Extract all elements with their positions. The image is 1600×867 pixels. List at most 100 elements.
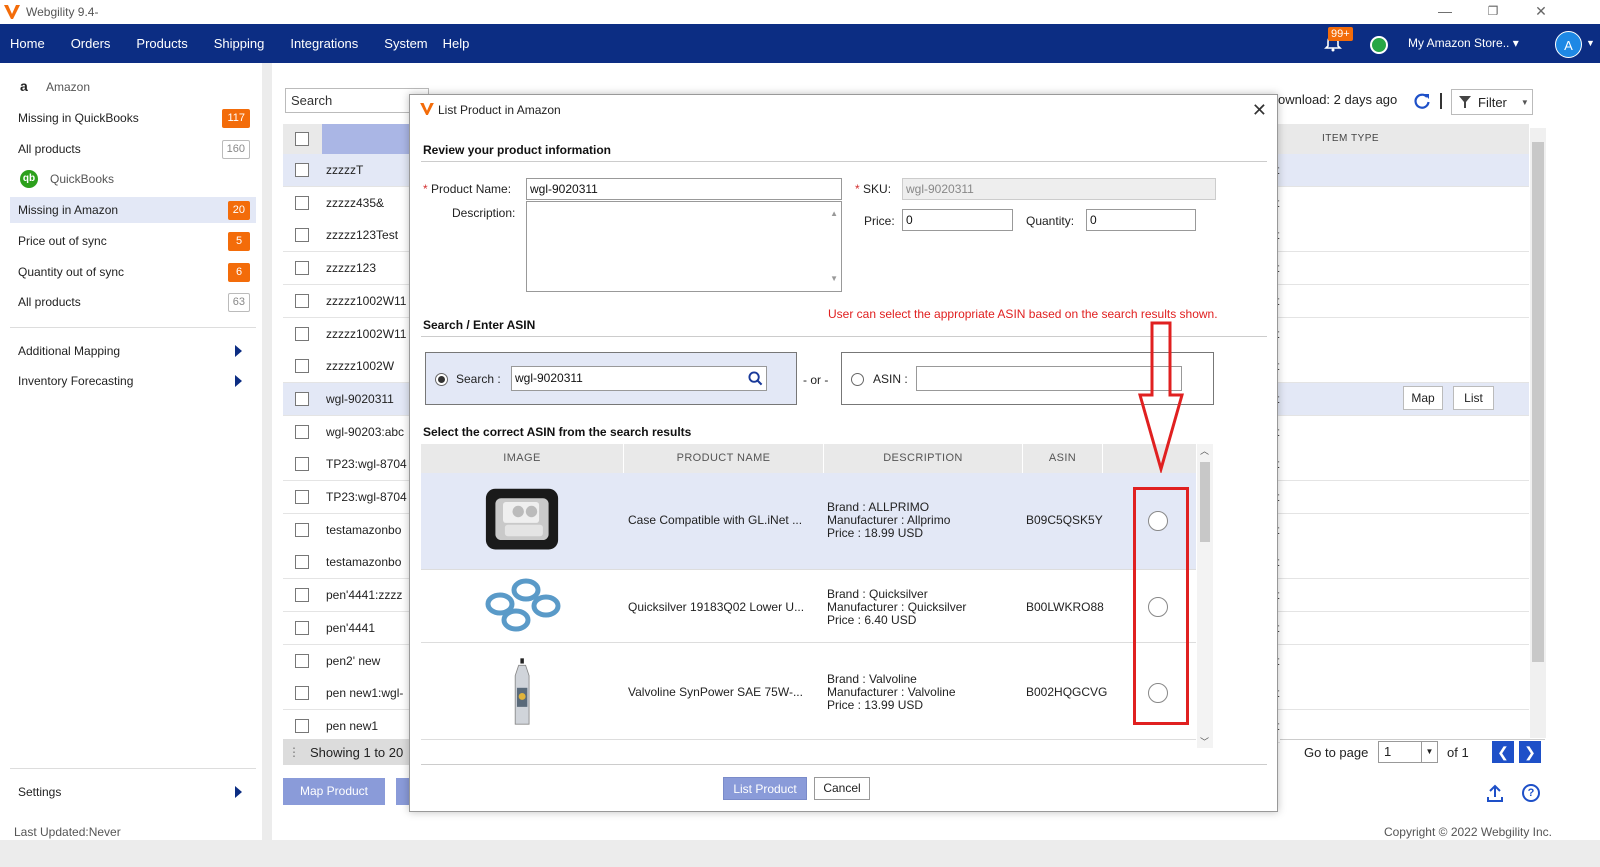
search-icon[interactable] bbox=[748, 371, 763, 386]
count-badge: 6 bbox=[228, 263, 250, 282]
price-field[interactable]: 0 bbox=[902, 209, 1013, 231]
nav-home[interactable]: Home bbox=[10, 36, 45, 51]
next-page-button[interactable]: ❯ bbox=[1519, 741, 1541, 763]
nav-integrations[interactable]: Integrations bbox=[290, 36, 358, 51]
row-checkbox[interactable] bbox=[295, 457, 309, 472]
sidebar-item-inventory-forecasting[interactable]: Inventory Forecasting bbox=[10, 368, 256, 394]
row-checkbox[interactable] bbox=[295, 588, 309, 603]
row-product-name: zzzzz123 bbox=[326, 261, 377, 276]
drag-handle-icon[interactable]: ⋮ bbox=[288, 745, 300, 759]
upload-icon[interactable] bbox=[1486, 783, 1504, 803]
amazon-icon: a bbox=[20, 78, 28, 94]
select-all-checkbox[interactable] bbox=[295, 132, 309, 146]
close-window-button[interactable]: ✕ bbox=[1518, 0, 1564, 24]
row-checkbox[interactable] bbox=[295, 326, 309, 341]
row-checkbox[interactable] bbox=[295, 718, 309, 733]
chevron-right-icon: ❯ bbox=[1524, 744, 1536, 760]
sidebar-item-quantity-out-of-sync[interactable]: Quantity out of sync 6 bbox=[10, 259, 256, 285]
row-checkbox[interactable] bbox=[295, 653, 309, 668]
help-icon[interactable]: ? bbox=[1522, 784, 1540, 802]
sidebar-divider bbox=[10, 768, 256, 769]
grid-scrollbar[interactable] bbox=[1530, 128, 1546, 738]
annotation-highlight-box bbox=[1133, 487, 1189, 725]
row-checkbox[interactable] bbox=[295, 391, 309, 406]
row-checkbox[interactable] bbox=[295, 686, 309, 701]
row-checkbox[interactable] bbox=[295, 522, 309, 537]
result-row[interactable]: Quicksilver 19183Q02 Lower U... Brand : … bbox=[421, 570, 1196, 643]
description-field[interactable]: ▲ ▼ bbox=[526, 201, 842, 292]
page-number-value: 1 bbox=[1384, 744, 1392, 759]
count-badge: 117 bbox=[222, 109, 250, 128]
scroll-up-icon[interactable]: ▲ bbox=[830, 204, 838, 224]
secondary-action-button[interactable] bbox=[396, 778, 410, 805]
nav-orders[interactable]: Orders bbox=[71, 36, 111, 51]
row-product-name: pen new1 bbox=[326, 718, 379, 733]
count-badge: 5 bbox=[228, 232, 250, 251]
row-checkbox[interactable] bbox=[295, 359, 309, 374]
asin-option-label: ASIN : bbox=[873, 372, 908, 386]
search-input[interactable]: Search bbox=[285, 88, 429, 113]
sku-label-text: SKU: bbox=[863, 182, 892, 196]
grid-header-sorted-column[interactable] bbox=[322, 124, 412, 154]
chevron-down-icon[interactable]: ▼ bbox=[1586, 38, 1595, 48]
row-checkbox[interactable] bbox=[295, 555, 309, 570]
map-product-button[interactable]: Map Product bbox=[283, 778, 385, 805]
sidebar-item-qb-all-products[interactable]: All products 63 bbox=[10, 289, 256, 315]
nav-products[interactable]: Products bbox=[136, 36, 187, 51]
black-case-image bbox=[485, 488, 559, 550]
map-row-button[interactable]: Map bbox=[1403, 386, 1443, 410]
chevron-right-icon bbox=[235, 786, 242, 798]
sidebar-item-missing-in-amazon[interactable]: Missing in Amazon 20 bbox=[10, 197, 256, 223]
row-checkbox[interactable] bbox=[295, 163, 309, 177]
cancel-button[interactable]: Cancel bbox=[814, 777, 870, 800]
list-product-button[interactable]: List Product bbox=[723, 777, 807, 800]
chevron-up-icon[interactable]: ︿ bbox=[1200, 444, 1209, 457]
result-description: Brand : Valvoline Manufacturer : Valvoli… bbox=[827, 673, 956, 712]
sidebar-item-additional-mapping[interactable]: Additional Mapping bbox=[10, 338, 256, 364]
store-selector[interactable]: My Amazon Store.. ▾ bbox=[1408, 36, 1519, 50]
close-icon[interactable]: ✕ bbox=[1252, 100, 1267, 121]
row-product-name: pen'4441 bbox=[326, 620, 376, 635]
notification-badge: 99+ bbox=[1328, 27, 1353, 41]
avatar[interactable]: A bbox=[1555, 31, 1582, 58]
result-row[interactable]: Case Compatible with GL.iNet ... Brand :… bbox=[421, 473, 1196, 570]
sync-status-icon[interactable] bbox=[1370, 36, 1388, 54]
sidebar-item-amazon-all-products[interactable]: All products 160 bbox=[10, 136, 256, 162]
search-radio[interactable] bbox=[435, 373, 448, 386]
result-product-name: Valvoline SynPower SAE 75W-... bbox=[628, 685, 803, 699]
row-product-name: TP23:wgl-8704 bbox=[326, 457, 407, 472]
minimize-button[interactable]: — bbox=[1422, 0, 1468, 24]
sidebar-item-settings[interactable]: Settings bbox=[10, 779, 256, 805]
item-type-column-header[interactable]: ITEM TYPE bbox=[1322, 133, 1379, 144]
row-product-name: zzzzz435& bbox=[326, 195, 385, 210]
sidebar-header-label: QuickBooks bbox=[50, 172, 115, 186]
result-price: Price : 6.40 USD bbox=[827, 613, 917, 627]
list-row-button[interactable]: List bbox=[1453, 386, 1494, 410]
asin-radio[interactable] bbox=[851, 373, 864, 386]
row-checkbox[interactable] bbox=[295, 293, 309, 308]
row-product-name: zzzzz123Test bbox=[326, 228, 399, 243]
refresh-icon[interactable] bbox=[1413, 92, 1431, 110]
nav-shipping[interactable]: Shipping bbox=[214, 36, 265, 51]
product-name-field[interactable]: wgl-9020311 bbox=[526, 178, 842, 200]
restore-button[interactable]: ❐ bbox=[1470, 0, 1516, 24]
results-scrollbar[interactable]: ︿ ﹀ bbox=[1197, 444, 1213, 748]
sidebar-item-missing-in-quickbooks[interactable]: Missing in QuickBooks 117 bbox=[10, 105, 256, 131]
prev-page-button[interactable]: ❮ bbox=[1492, 741, 1514, 763]
nav-help[interactable]: Help bbox=[443, 36, 470, 51]
row-checkbox[interactable] bbox=[295, 424, 309, 439]
row-checkbox[interactable] bbox=[295, 228, 309, 243]
scroll-down-icon[interactable]: ▼ bbox=[830, 269, 838, 289]
quantity-field[interactable]: 0 bbox=[1086, 209, 1196, 231]
filter-button[interactable]: Filter ▼ bbox=[1451, 89, 1533, 115]
page-number-select[interactable]: 1 ▼ bbox=[1378, 741, 1438, 763]
row-checkbox[interactable] bbox=[295, 261, 309, 276]
row-checkbox[interactable] bbox=[295, 620, 309, 635]
asin-search-input[interactable]: wgl-9020311 bbox=[511, 366, 767, 391]
row-checkbox[interactable] bbox=[295, 490, 309, 504]
sidebar-item-price-out-of-sync[interactable]: Price out of sync 5 bbox=[10, 228, 256, 254]
result-row[interactable]: Valvoline SynPower SAE 75W-... Brand : V… bbox=[421, 643, 1196, 740]
nav-system[interactable]: System bbox=[384, 36, 427, 51]
row-checkbox[interactable] bbox=[295, 195, 309, 210]
chevron-down-icon[interactable]: ﹀ bbox=[1200, 735, 1209, 748]
